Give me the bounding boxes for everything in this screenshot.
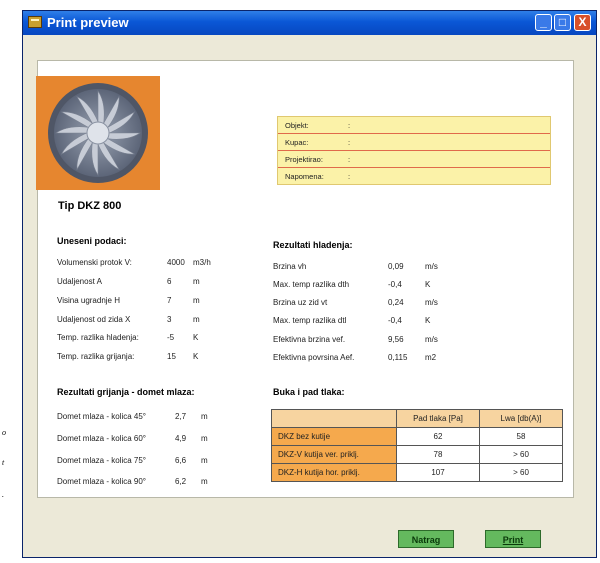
info-label: Napomena: [285, 172, 324, 181]
noise-lwa: 58 [479, 427, 563, 446]
heating-value: 6,2 [175, 477, 187, 486]
project-info-box: Objekt: : Kupac: : Projektirao: : Napome… [277, 116, 551, 185]
table-row: DKZ bez kutije 62 58 [271, 427, 563, 446]
noise-header-lwa: Lwa [db(A)] [479, 409, 563, 428]
cooling-value: 9,56 [388, 335, 404, 344]
info-row-projektirao: Projektirao: : [278, 151, 550, 168]
table-row: DKZ-V kutija ver. priklj. 78 > 60 [271, 445, 563, 464]
cooling-value: 0,115 [388, 353, 408, 362]
heating-value: 6,6 [175, 456, 187, 465]
info-colon: : [348, 172, 351, 181]
info-row-kupac: Kupac: : [278, 134, 550, 151]
noise-pressure: 62 [396, 427, 480, 446]
input-value: 7 [167, 296, 172, 305]
cooling-unit: m/s [425, 262, 438, 271]
input-data-title: Uneseni podaci: [57, 236, 127, 246]
cooling-unit: m2 [425, 353, 437, 362]
cooling-label: Max. temp razlika dtl [273, 316, 347, 325]
print-button-label: Print [502, 535, 524, 545]
title-bar[interactable]: Print preview _ □ X [23, 11, 596, 35]
info-label: Projektirao: [285, 155, 323, 164]
fan-icon [48, 83, 148, 183]
heating-label: Domet mlaza - kolica 90° [57, 477, 147, 486]
cooling-value: -0,4 [388, 280, 402, 289]
input-value: 3 [167, 315, 172, 324]
table-row: DKZ-H kutija hor. priklj. 107 > 60 [271, 463, 563, 482]
heating-title: Rezultati grijanja - domet mlaza: [57, 387, 195, 397]
noise-lwa: > 60 [479, 445, 563, 464]
cooling-unit: m/s [425, 298, 438, 307]
print-button[interactable]: Print [485, 530, 541, 548]
heating-unit: m [201, 434, 208, 443]
cooling-unit: K [425, 316, 431, 325]
cooling-label: Efektivna brzina vef. [273, 335, 346, 344]
cooling-value: 0,24 [388, 298, 404, 307]
input-value: 15 [167, 352, 176, 361]
cooling-unit: m/s [425, 335, 438, 344]
input-value: 4000 [167, 258, 185, 267]
fan-image [36, 76, 160, 190]
printer-icon [28, 16, 42, 28]
heating-unit: m [201, 412, 208, 421]
external-fragment: . [2, 490, 4, 499]
noise-row-label: DKZ bez kutije [271, 427, 397, 446]
noise-header-row: Pad tlaka [Pa] Lwa [db(A)] [271, 409, 563, 428]
input-label: Temp. razlika grijanja: [57, 352, 135, 361]
info-row-napomena: Napomena: : [278, 168, 550, 184]
info-colon: : [348, 138, 351, 147]
input-value: 6 [167, 277, 172, 286]
info-colon: : [348, 121, 351, 130]
cooling-label: Max. temp razlika dth [273, 280, 350, 289]
noise-pressure: 78 [396, 445, 480, 464]
noise-row-label: DKZ-H kutija hor. priklj. [271, 463, 397, 482]
info-row-objekt: Objekt: : [278, 117, 550, 134]
heating-label: Domet mlaza - kolica 60° [57, 434, 147, 443]
external-fragment: o [2, 428, 6, 437]
info-label: Kupac: [285, 138, 309, 147]
cooling-unit: K [425, 280, 431, 289]
info-label: Objekt: [285, 121, 309, 130]
input-label: Visina ugradnje H [57, 296, 121, 305]
noise-pressure: 107 [396, 463, 480, 482]
input-unit: m3/h [193, 258, 211, 267]
external-fragment: t [2, 458, 5, 467]
cooling-title: Rezultati hladenja: [273, 240, 353, 250]
minimize-button[interactable]: _ [535, 14, 552, 31]
input-unit: m [193, 296, 200, 305]
cooling-value: 0,09 [388, 262, 404, 271]
input-value: -5 [167, 333, 175, 342]
noise-title: Buka i pad tlaka: [273, 387, 345, 397]
product-type-label: Tip DKZ 800 [58, 200, 122, 212]
close-button[interactable]: X [574, 14, 591, 31]
input-label: Volumenski protok V: [57, 258, 132, 267]
input-unit: m [193, 315, 200, 324]
cooling-label: Brzina uz zid vt [273, 298, 328, 307]
heating-unit: m [201, 477, 208, 486]
window-title: Print preview [47, 15, 129, 30]
noise-header-pressure: Pad tlaka [Pa] [396, 409, 480, 428]
noise-table: Pad tlaka [Pa] Lwa [db(A)] DKZ bez kutij… [271, 409, 563, 482]
back-button[interactable]: Natrag [398, 530, 454, 548]
heating-label: Domet mlaza - kolica 45° [57, 412, 147, 421]
heating-unit: m [201, 456, 208, 465]
heating-value: 4,9 [175, 434, 187, 443]
info-colon: : [348, 155, 351, 164]
noise-lwa: > 60 [479, 463, 563, 482]
heating-label: Domet mlaza - kolica 75° [57, 456, 147, 465]
input-unit: K [193, 333, 199, 342]
input-label: Udaljenost A [57, 277, 102, 286]
input-label: Temp. razlika hladenja: [57, 333, 139, 342]
maximize-button[interactable]: □ [554, 14, 571, 31]
cooling-label: Efektivna povrsina Aef. [273, 353, 355, 362]
heating-value: 2,7 [175, 412, 187, 421]
noise-row-label: DKZ-V kutija ver. priklj. [271, 445, 397, 464]
input-label: Udaljenost od zida X [57, 315, 131, 324]
cooling-value: -0,4 [388, 316, 402, 325]
noise-header-blank [271, 409, 397, 428]
cooling-label: Brzina vh [273, 262, 307, 271]
input-unit: K [193, 352, 199, 361]
input-unit: m [193, 277, 200, 286]
